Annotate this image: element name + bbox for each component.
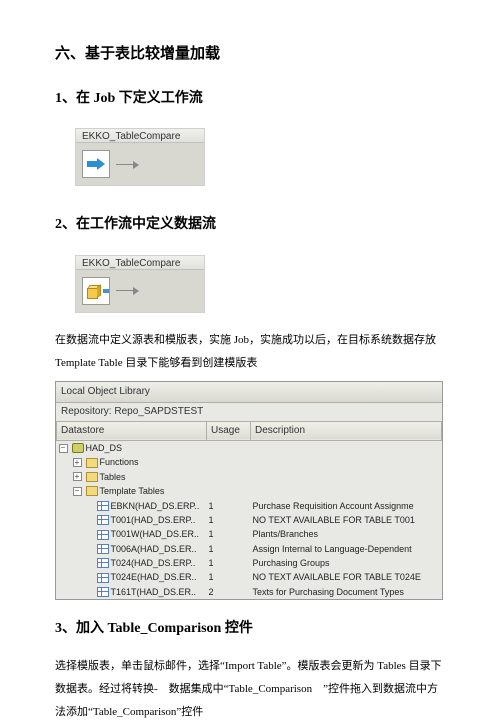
folder-icon [86, 458, 98, 468]
tree-row-template-tables[interactable]: −Template Tables [57, 484, 442, 498]
workflow-title-2: EKKO_TableCompare [76, 256, 204, 270]
section-title: 六、基于表比较增量加载 [55, 42, 445, 66]
workflow-screenshot-1: EKKO_TableCompare [75, 128, 205, 186]
paragraph-2: 选择模版表，单击鼠标邮件，选择“Import Table”。模版表会更新为 Ta… [55, 655, 445, 724]
connector-arrow-icon [116, 164, 138, 165]
table-icon [97, 587, 109, 597]
workflow-node [82, 150, 110, 178]
template-folder-icon [86, 486, 98, 496]
table-icon [97, 544, 109, 554]
col-description[interactable]: Description [251, 421, 442, 440]
subheading-2: 2、在工作流中定义数据流 [55, 214, 445, 236]
collapse-icon[interactable]: − [59, 444, 68, 453]
panel-title: Local Object Library [56, 382, 442, 403]
tree-row-functions[interactable]: +Functions [57, 455, 442, 469]
workflow-title-1: EKKO_TableCompare [76, 129, 204, 143]
tree-row-tables[interactable]: +Tables [57, 470, 442, 484]
table-icon [97, 515, 109, 525]
folder-icon [86, 472, 98, 482]
table-row[interactable]: T024(HAD_DS.ERP.. 1 Purchasing Groups [57, 556, 442, 570]
plug-icon [103, 289, 109, 293]
col-usage[interactable]: Usage [207, 421, 251, 440]
subheading-3: 3、加入 Table_Comparison 控件 [55, 618, 445, 640]
table-row[interactable]: EBKN(HAD_DS.ERP.. 1 Purchase Requisition… [57, 499, 442, 513]
object-library-panel: Local Object Library Repository: Repo_SA… [55, 381, 443, 600]
expand-icon[interactable]: + [73, 472, 82, 481]
table-row[interactable]: T006A(HAD_DS.ER.. 1 Assign Internal to L… [57, 542, 442, 556]
table-icon [97, 530, 109, 540]
paragraph-1: 在数据流中定义源表和模版表，实施 Job，实施成功以后，在目标系统数据存放 Te… [55, 329, 445, 375]
panel-repo-row: Repository: Repo_SAPDSTEST [56, 403, 442, 421]
col-datastore[interactable]: Datastore [57, 421, 207, 440]
dataflow-node [82, 277, 110, 305]
connector-arrow-icon [116, 290, 138, 291]
workflow-screenshot-2: EKKO_TableCompare [75, 255, 205, 313]
collapse-icon[interactable]: − [73, 487, 82, 496]
table-icon [97, 558, 109, 568]
datastore-icon [72, 443, 84, 453]
subheading-1: 1、在 Job 下定义工作流 [55, 88, 445, 110]
tree-row-root[interactable]: −HAD_DS [57, 440, 442, 455]
table-row[interactable]: T001(HAD_DS.ERP.. 1 NO TEXT AVAILABLE FO… [57, 513, 442, 527]
table-row[interactable]: T161T(HAD_DS.ER.. 2 Texts for Purchasing… [57, 585, 442, 599]
table-row[interactable]: T001W(HAD_DS.ER.. 1 Plants/Branches [57, 527, 442, 541]
table-icon [97, 573, 109, 583]
table-icon [97, 501, 109, 511]
object-tree-table: Datastore Usage Description −HAD_DS +Fun… [56, 421, 442, 599]
expand-icon[interactable]: + [73, 458, 82, 467]
table-row[interactable]: T024E(HAD_DS.ER.. 1 NO TEXT AVAILABLE FO… [57, 570, 442, 584]
arrow-right-icon [87, 158, 105, 170]
cube-icon [84, 282, 102, 300]
